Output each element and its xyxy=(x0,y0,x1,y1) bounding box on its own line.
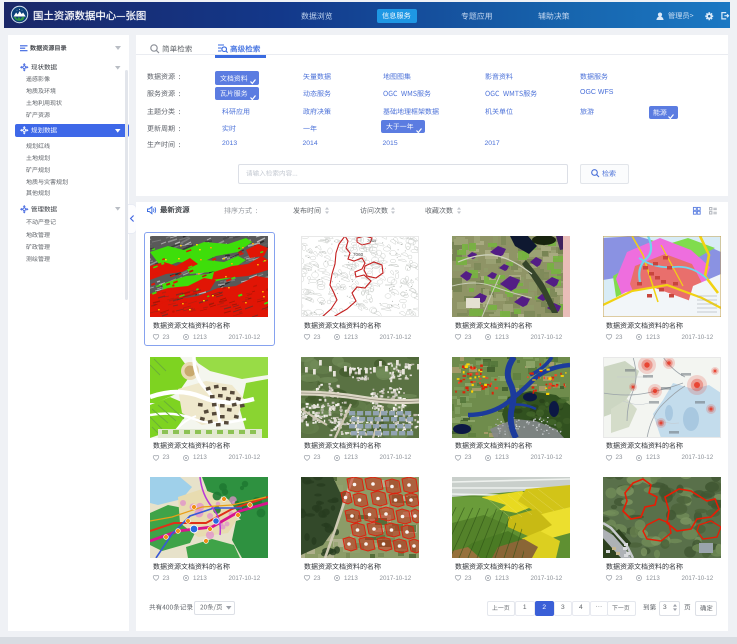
svg-text:7064: 7064 xyxy=(367,238,377,243)
svg-text:7060: 7060 xyxy=(353,252,364,257)
